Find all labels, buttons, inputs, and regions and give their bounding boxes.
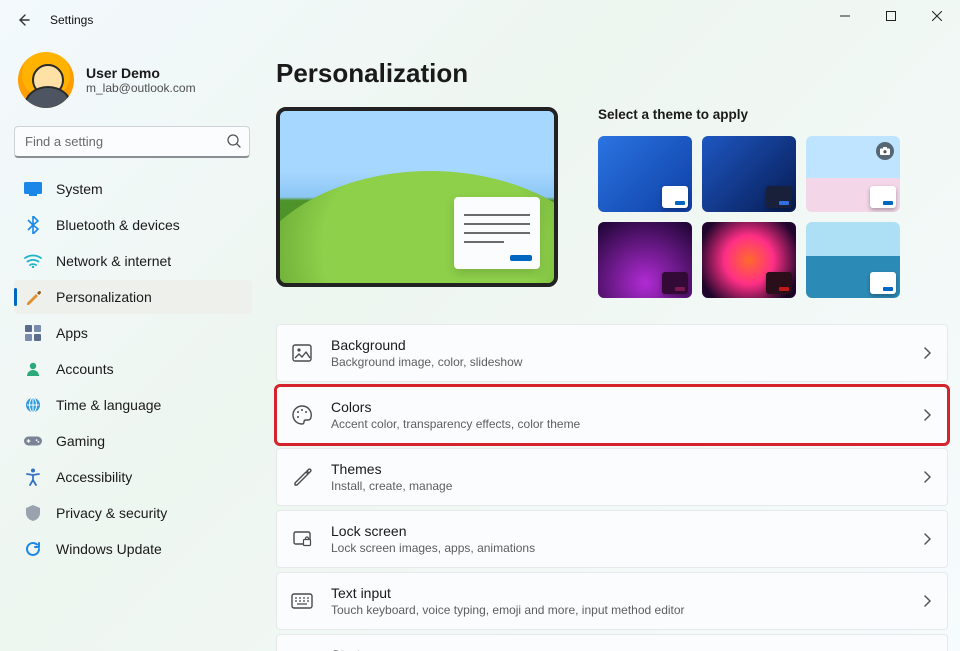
settings-row-textinput[interactable]: Text input Touch keyboard, voice typing,… (276, 572, 948, 630)
sidebar: User Demo m_lab@outlook.com System Blueto… (0, 40, 262, 651)
avatar (18, 52, 74, 108)
theme-thumbnail[interactable] (806, 222, 900, 298)
theme-thumbnail[interactable] (702, 136, 796, 212)
sidebar-item-label: Privacy & security (56, 505, 167, 521)
settings-rows: Background Background image, color, slid… (276, 324, 948, 651)
chevron-right-icon (923, 409, 931, 421)
sidebar-item-accounts[interactable]: Accounts (14, 352, 252, 386)
network-icon (24, 252, 42, 270)
row-subtitle: Lock screen images, apps, animations (331, 541, 905, 555)
row-title: Colors (331, 399, 905, 415)
privacy-icon (24, 504, 42, 522)
sidebar-item-label: Time & language (56, 397, 161, 413)
sidebar-item-label: Windows Update (56, 541, 162, 557)
sidebar-item-system[interactable]: System (14, 172, 252, 206)
sidebar-item-privacy[interactable]: Privacy & security (14, 496, 252, 530)
themes-caption: Select a theme to apply (598, 107, 900, 122)
sidebar-item-label: Personalization (56, 289, 152, 305)
close-icon (932, 11, 942, 21)
desktop-preview (276, 107, 558, 287)
sidebar-item-network[interactable]: Network & internet (14, 244, 252, 278)
theme-grid (598, 136, 900, 298)
sidebar-item-update[interactable]: Windows Update (14, 532, 252, 566)
row-title: Start (331, 647, 905, 651)
close-button[interactable] (914, 0, 960, 32)
titlebar: Settings (0, 0, 960, 40)
row-subtitle: Background image, color, slideshow (331, 355, 905, 369)
bluetooth-icon (24, 216, 42, 234)
main: Personalization Select a theme to apply … (262, 40, 960, 651)
row-subtitle: Accent color, transparency effects, colo… (331, 417, 905, 431)
row-title: Background (331, 337, 905, 353)
accessibility-icon (24, 468, 42, 486)
personalization-icon (24, 288, 42, 306)
chevron-right-icon (923, 347, 931, 359)
row-subtitle: Install, create, manage (331, 479, 905, 493)
back-button[interactable] (4, 0, 44, 40)
colors-icon (291, 404, 313, 426)
search-input[interactable] (14, 126, 250, 158)
row-title: Themes (331, 461, 905, 477)
user-name: User Demo (86, 65, 196, 81)
sidebar-item-label: Bluetooth & devices (56, 217, 180, 233)
sidebar-item-label: Network & internet (56, 253, 171, 269)
sidebar-item-label: Gaming (56, 433, 105, 449)
user-account-block[interactable]: User Demo m_lab@outlook.com (14, 48, 252, 124)
minimize-button[interactable] (822, 0, 868, 32)
row-title: Text input (331, 585, 905, 601)
apps-icon (24, 324, 42, 342)
gaming-icon (24, 432, 42, 450)
sidebar-item-time[interactable]: Time & language (14, 388, 252, 422)
settings-row-background[interactable]: Background Background image, color, slid… (276, 324, 948, 382)
time-icon (24, 396, 42, 414)
lockscreen-icon (291, 528, 313, 550)
theme-thumbnail[interactable] (598, 222, 692, 298)
themes-icon (291, 466, 313, 488)
page-title: Personalization (276, 58, 948, 89)
theme-thumbnail[interactable] (702, 222, 796, 298)
sidebar-item-label: Accounts (56, 361, 114, 377)
textinput-icon (291, 593, 313, 609)
sidebar-item-apps[interactable]: Apps (14, 316, 252, 350)
settings-row-colors[interactable]: Colors Accent color, transparency effect… (276, 386, 948, 444)
background-icon (291, 342, 313, 364)
sidebar-item-accessibility[interactable]: Accessibility (14, 460, 252, 494)
sidebar-item-label: Apps (56, 325, 88, 341)
maximize-icon (886, 11, 896, 21)
theme-thumbnail[interactable] (598, 136, 692, 212)
theme-thumbnail[interactable] (806, 136, 900, 212)
row-title: Lock screen (331, 523, 905, 539)
maximize-button[interactable] (868, 0, 914, 32)
sidebar-item-personalization[interactable]: Personalization (14, 280, 252, 314)
minimize-icon (840, 11, 850, 21)
nav: System Bluetooth & devices Network & inter… (14, 172, 252, 566)
settings-row-lockscreen[interactable]: Lock screen Lock screen images, apps, an… (276, 510, 948, 568)
update-icon (24, 540, 42, 558)
window-controls (822, 0, 960, 32)
accounts-icon (24, 360, 42, 378)
sidebar-item-label: System (56, 181, 103, 197)
chevron-right-icon (923, 533, 931, 545)
sidebar-item-bluetooth[interactable]: Bluetooth & devices (14, 208, 252, 242)
user-email: m_lab@outlook.com (86, 81, 196, 95)
back-arrow-icon (16, 12, 32, 28)
sidebar-item-label: Accessibility (56, 469, 132, 485)
settings-row-themes[interactable]: Themes Install, create, manage (276, 448, 948, 506)
app-title: Settings (44, 13, 93, 27)
chevron-right-icon (923, 595, 931, 607)
camera-icon (876, 142, 894, 160)
settings-row-start[interactable]: Start Recent apps and items, folders (276, 634, 948, 651)
system-icon (24, 180, 42, 198)
chevron-right-icon (923, 471, 931, 483)
sidebar-item-gaming[interactable]: Gaming (14, 424, 252, 458)
row-subtitle: Touch keyboard, voice typing, emoji and … (331, 603, 905, 617)
